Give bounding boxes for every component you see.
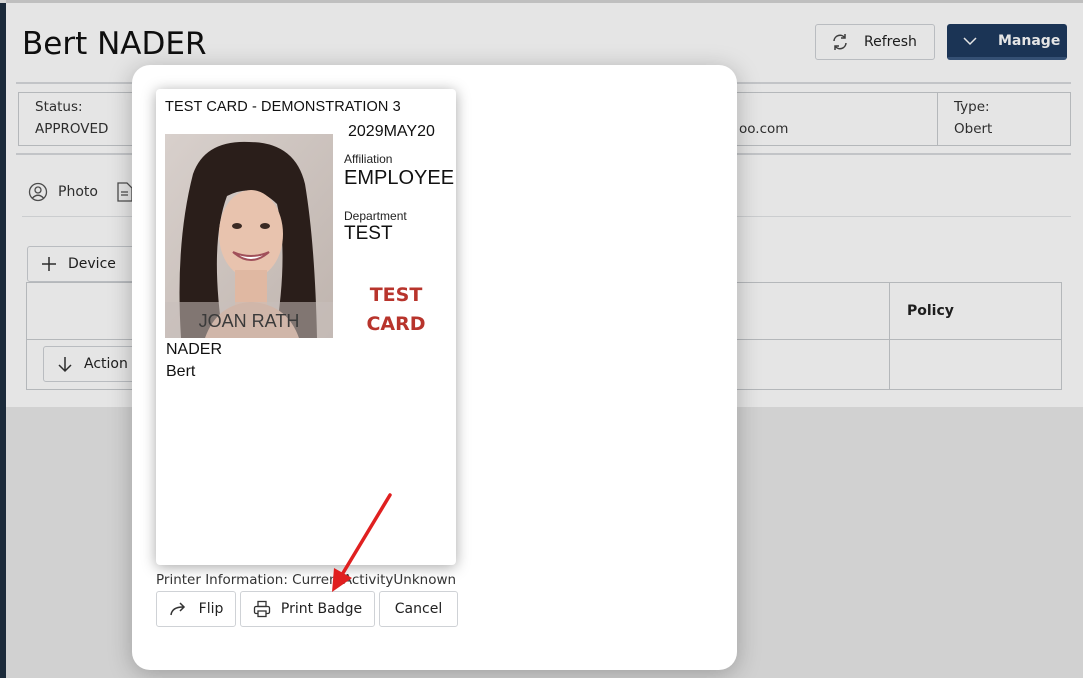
flip-button[interactable]: Flip	[156, 591, 236, 627]
test-card-watermark: TEST CARD	[361, 281, 431, 339]
print-badge-button[interactable]: Print Badge	[240, 591, 375, 627]
badge-preview-dialog: TEST CARD - DEMONSTRATION 3 2029MAY20 JO…	[132, 65, 737, 670]
affiliation-label: Affiliation	[344, 152, 393, 166]
redo-arrow-icon	[169, 602, 185, 616]
cancel-label: Cancel	[394, 601, 443, 617]
printer-icon	[253, 600, 271, 618]
cancel-button[interactable]: Cancel	[379, 591, 458, 627]
badge-photo: JOAN RATH	[165, 134, 333, 338]
flip-label: Flip	[198, 601, 224, 617]
card-first-name: Bert	[166, 363, 196, 380]
print-badge-label: Print Badge	[280, 601, 363, 617]
watermark-line-1: TEST	[369, 284, 423, 306]
affiliation-value: EMPLOYEE	[344, 167, 455, 189]
printer-information: Printer Information: CurrentActivityUnkn…	[156, 572, 457, 588]
watermark-line-2: CARD	[366, 313, 426, 335]
card-last-name: NADER	[166, 341, 223, 358]
card-title: TEST CARD - DEMONSTRATION 3	[165, 99, 401, 115]
department-value: TEST	[344, 223, 393, 244]
department-label: Department	[344, 209, 407, 223]
photo-caption: JOAN RATH	[199, 311, 300, 331]
badge-card-preview: TEST CARD - DEMONSTRATION 3 2029MAY20 JO…	[156, 89, 456, 565]
card-expiry-date: 2029MAY20	[348, 123, 435, 140]
